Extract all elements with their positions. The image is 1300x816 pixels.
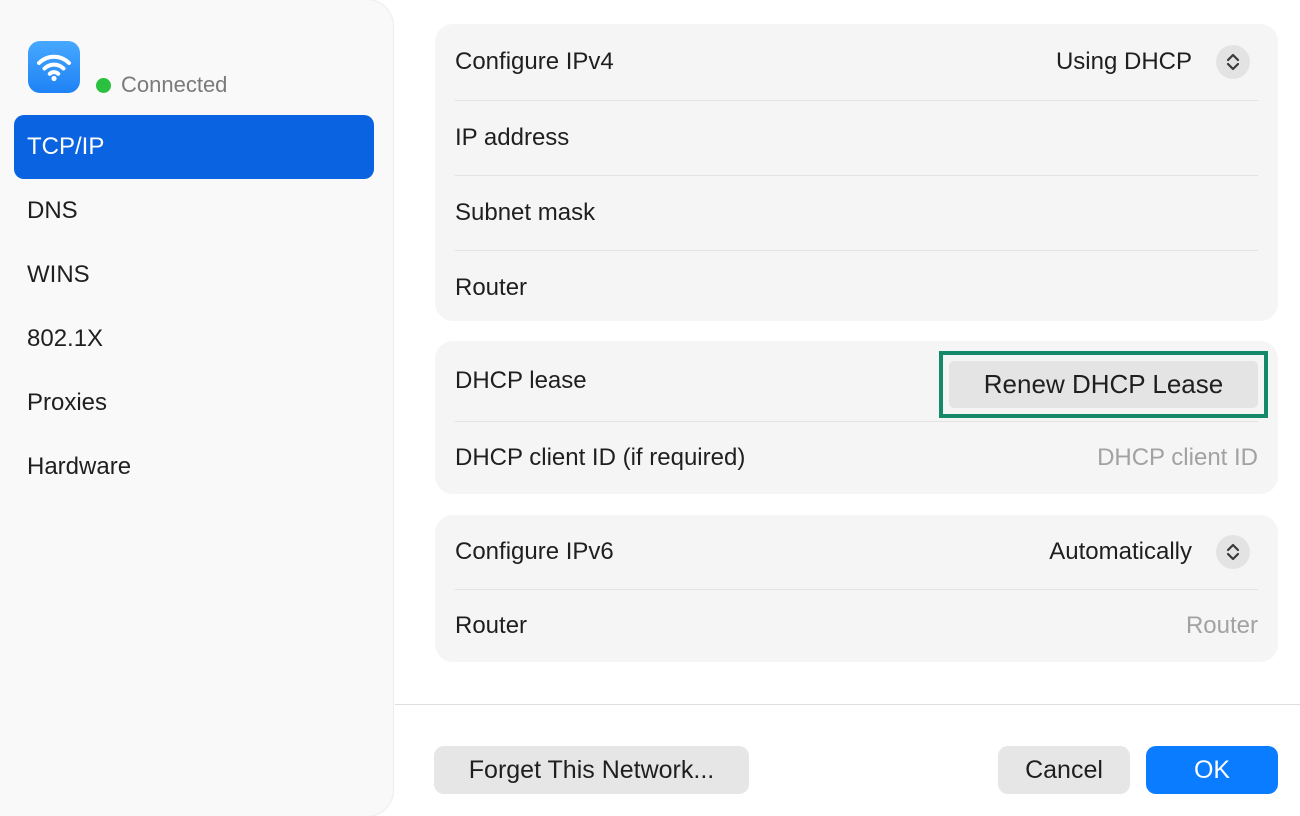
renew-dhcp-lease-button[interactable]: Renew DHCP Lease — [949, 361, 1258, 408]
configure-ipv6-row: Configure IPv6 Automatically — [455, 515, 1258, 589]
ip-address-row: IP address — [455, 100, 1258, 175]
configure-ipv6-select[interactable]: Automatically — [1049, 535, 1250, 569]
subnet-mask-label: Subnet mask — [455, 199, 596, 226]
configure-ipv6-value: Automatically — [1049, 538, 1192, 565]
ipv6-router-row: Router — [455, 589, 1258, 662]
sidebar-nav: TCP/IP DNS WINS 802.1X Proxies Hardware — [14, 115, 374, 499]
sidebar: Connected TCP/IP DNS WINS 802.1X Proxies… — [0, 0, 393, 816]
ok-button[interactable]: OK — [1146, 746, 1278, 794]
dhcp-client-id-row: DHCP client ID (if required) — [455, 421, 1258, 494]
configure-ipv4-select[interactable]: Using DHCP — [1056, 45, 1250, 79]
cancel-button[interactable]: Cancel — [998, 746, 1130, 794]
configure-ipv4-label: Configure IPv4 — [455, 48, 614, 75]
ipv4-router-label: Router — [455, 274, 528, 301]
ipv6-router-label: Router — [455, 612, 528, 639]
footer-divider — [395, 704, 1300, 705]
ipv4-router-row: Router — [455, 250, 1258, 325]
subnet-mask-row: Subnet mask — [455, 175, 1258, 250]
ipv4-group: Configure IPv4 Using DHCP IP address Sub… — [435, 24, 1278, 321]
sidebar-item-hardware[interactable]: Hardware — [14, 435, 374, 499]
ipv6-router-input[interactable] — [958, 612, 1258, 640]
ipv6-group: Configure IPv6 Automatically Router — [435, 515, 1278, 662]
wifi-icon-glyph — [37, 54, 71, 82]
configure-ipv6-label: Configure IPv6 — [455, 538, 614, 565]
wifi-icon — [28, 41, 80, 93]
connection-status-dot — [96, 78, 111, 93]
renew-dhcp-lease-highlight: Renew DHCP Lease — [939, 351, 1268, 418]
sidebar-item-8021x[interactable]: 802.1X — [14, 307, 374, 371]
dhcp-client-id-label: DHCP client ID (if required) — [455, 444, 746, 471]
connection-status: Connected — [121, 72, 228, 97]
sidebar-item-proxies[interactable]: Proxies — [14, 371, 374, 435]
dhcp-client-id-input[interactable] — [958, 444, 1258, 472]
sidebar-item-wins[interactable]: WINS — [14, 243, 374, 307]
dhcp-lease-label: DHCP lease — [455, 367, 587, 394]
ip-address-label: IP address — [455, 124, 570, 151]
configure-ipv4-row: Configure IPv4 Using DHCP — [455, 24, 1258, 100]
sidebar-item-tcpip[interactable]: TCP/IP — [14, 115, 374, 179]
network-settings-window: Connected TCP/IP DNS WINS 802.1X Proxies… — [0, 0, 1300, 816]
dhcp-group: DHCP lease Renew DHCP Lease DHCP client … — [435, 341, 1278, 494]
chevron-up-down-icon[interactable] — [1216, 535, 1250, 569]
sidebar-item-dns[interactable]: DNS — [14, 179, 374, 243]
chevron-up-down-icon[interactable] — [1216, 45, 1250, 79]
dhcp-lease-row: DHCP lease Renew DHCP Lease — [455, 341, 1268, 421]
configure-ipv4-value: Using DHCP — [1055, 48, 1192, 75]
forget-network-button[interactable]: Forget This Network... — [434, 746, 749, 794]
